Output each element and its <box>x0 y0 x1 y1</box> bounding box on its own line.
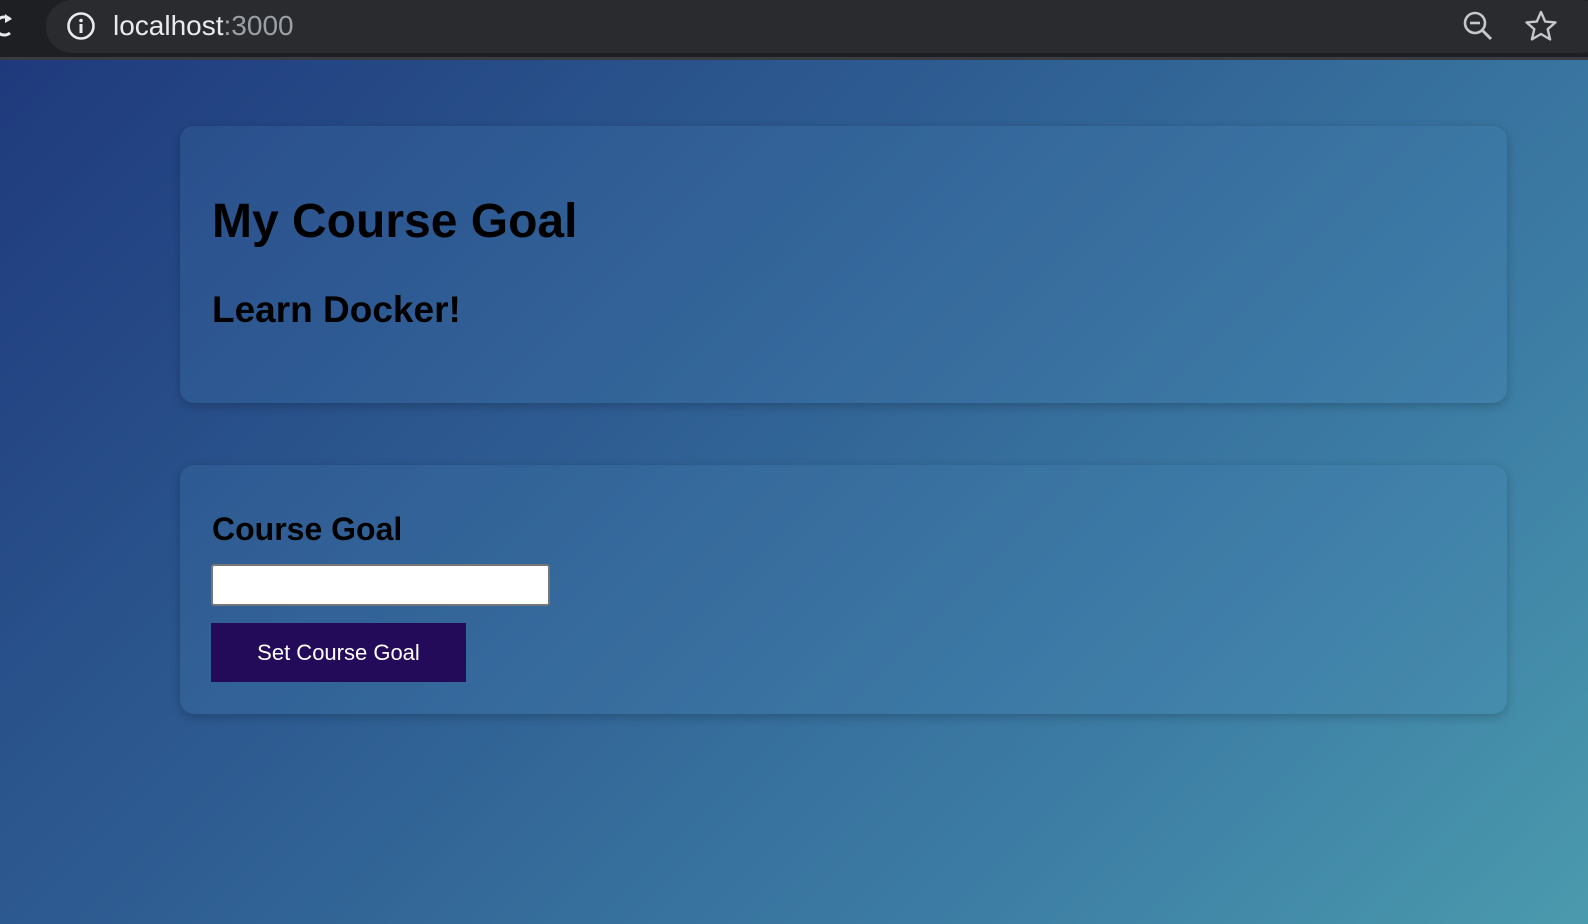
set-course-goal-button[interactable]: Set Course Goal <box>211 623 466 682</box>
course-goal-label: Course Goal <box>212 511 403 547</box>
page-title: My Course Goal <box>212 195 578 248</box>
course-goal-input[interactable] <box>211 564 550 606</box>
url-port: :3000 <box>223 10 294 41</box>
url-host: localhost <box>113 10 224 41</box>
info-icon[interactable] <box>66 11 96 41</box>
reload-icon[interactable] <box>0 10 18 42</box>
course-goal-card: My Course Goal Learn Docker! <box>180 126 1507 403</box>
star-icon[interactable] <box>1524 9 1558 43</box>
current-goal-text: Learn Docker! <box>212 289 461 330</box>
page-content: My Course Goal Learn Docker! Course Goal… <box>0 60 1588 924</box>
zoom-out-icon[interactable] <box>1462 10 1494 42</box>
browser-toolbar: localhost:3000 <box>0 0 1588 60</box>
goal-form-card: Course Goal Set Course Goal <box>180 465 1507 714</box>
address-url[interactable]: localhost:3000 <box>113 8 294 44</box>
